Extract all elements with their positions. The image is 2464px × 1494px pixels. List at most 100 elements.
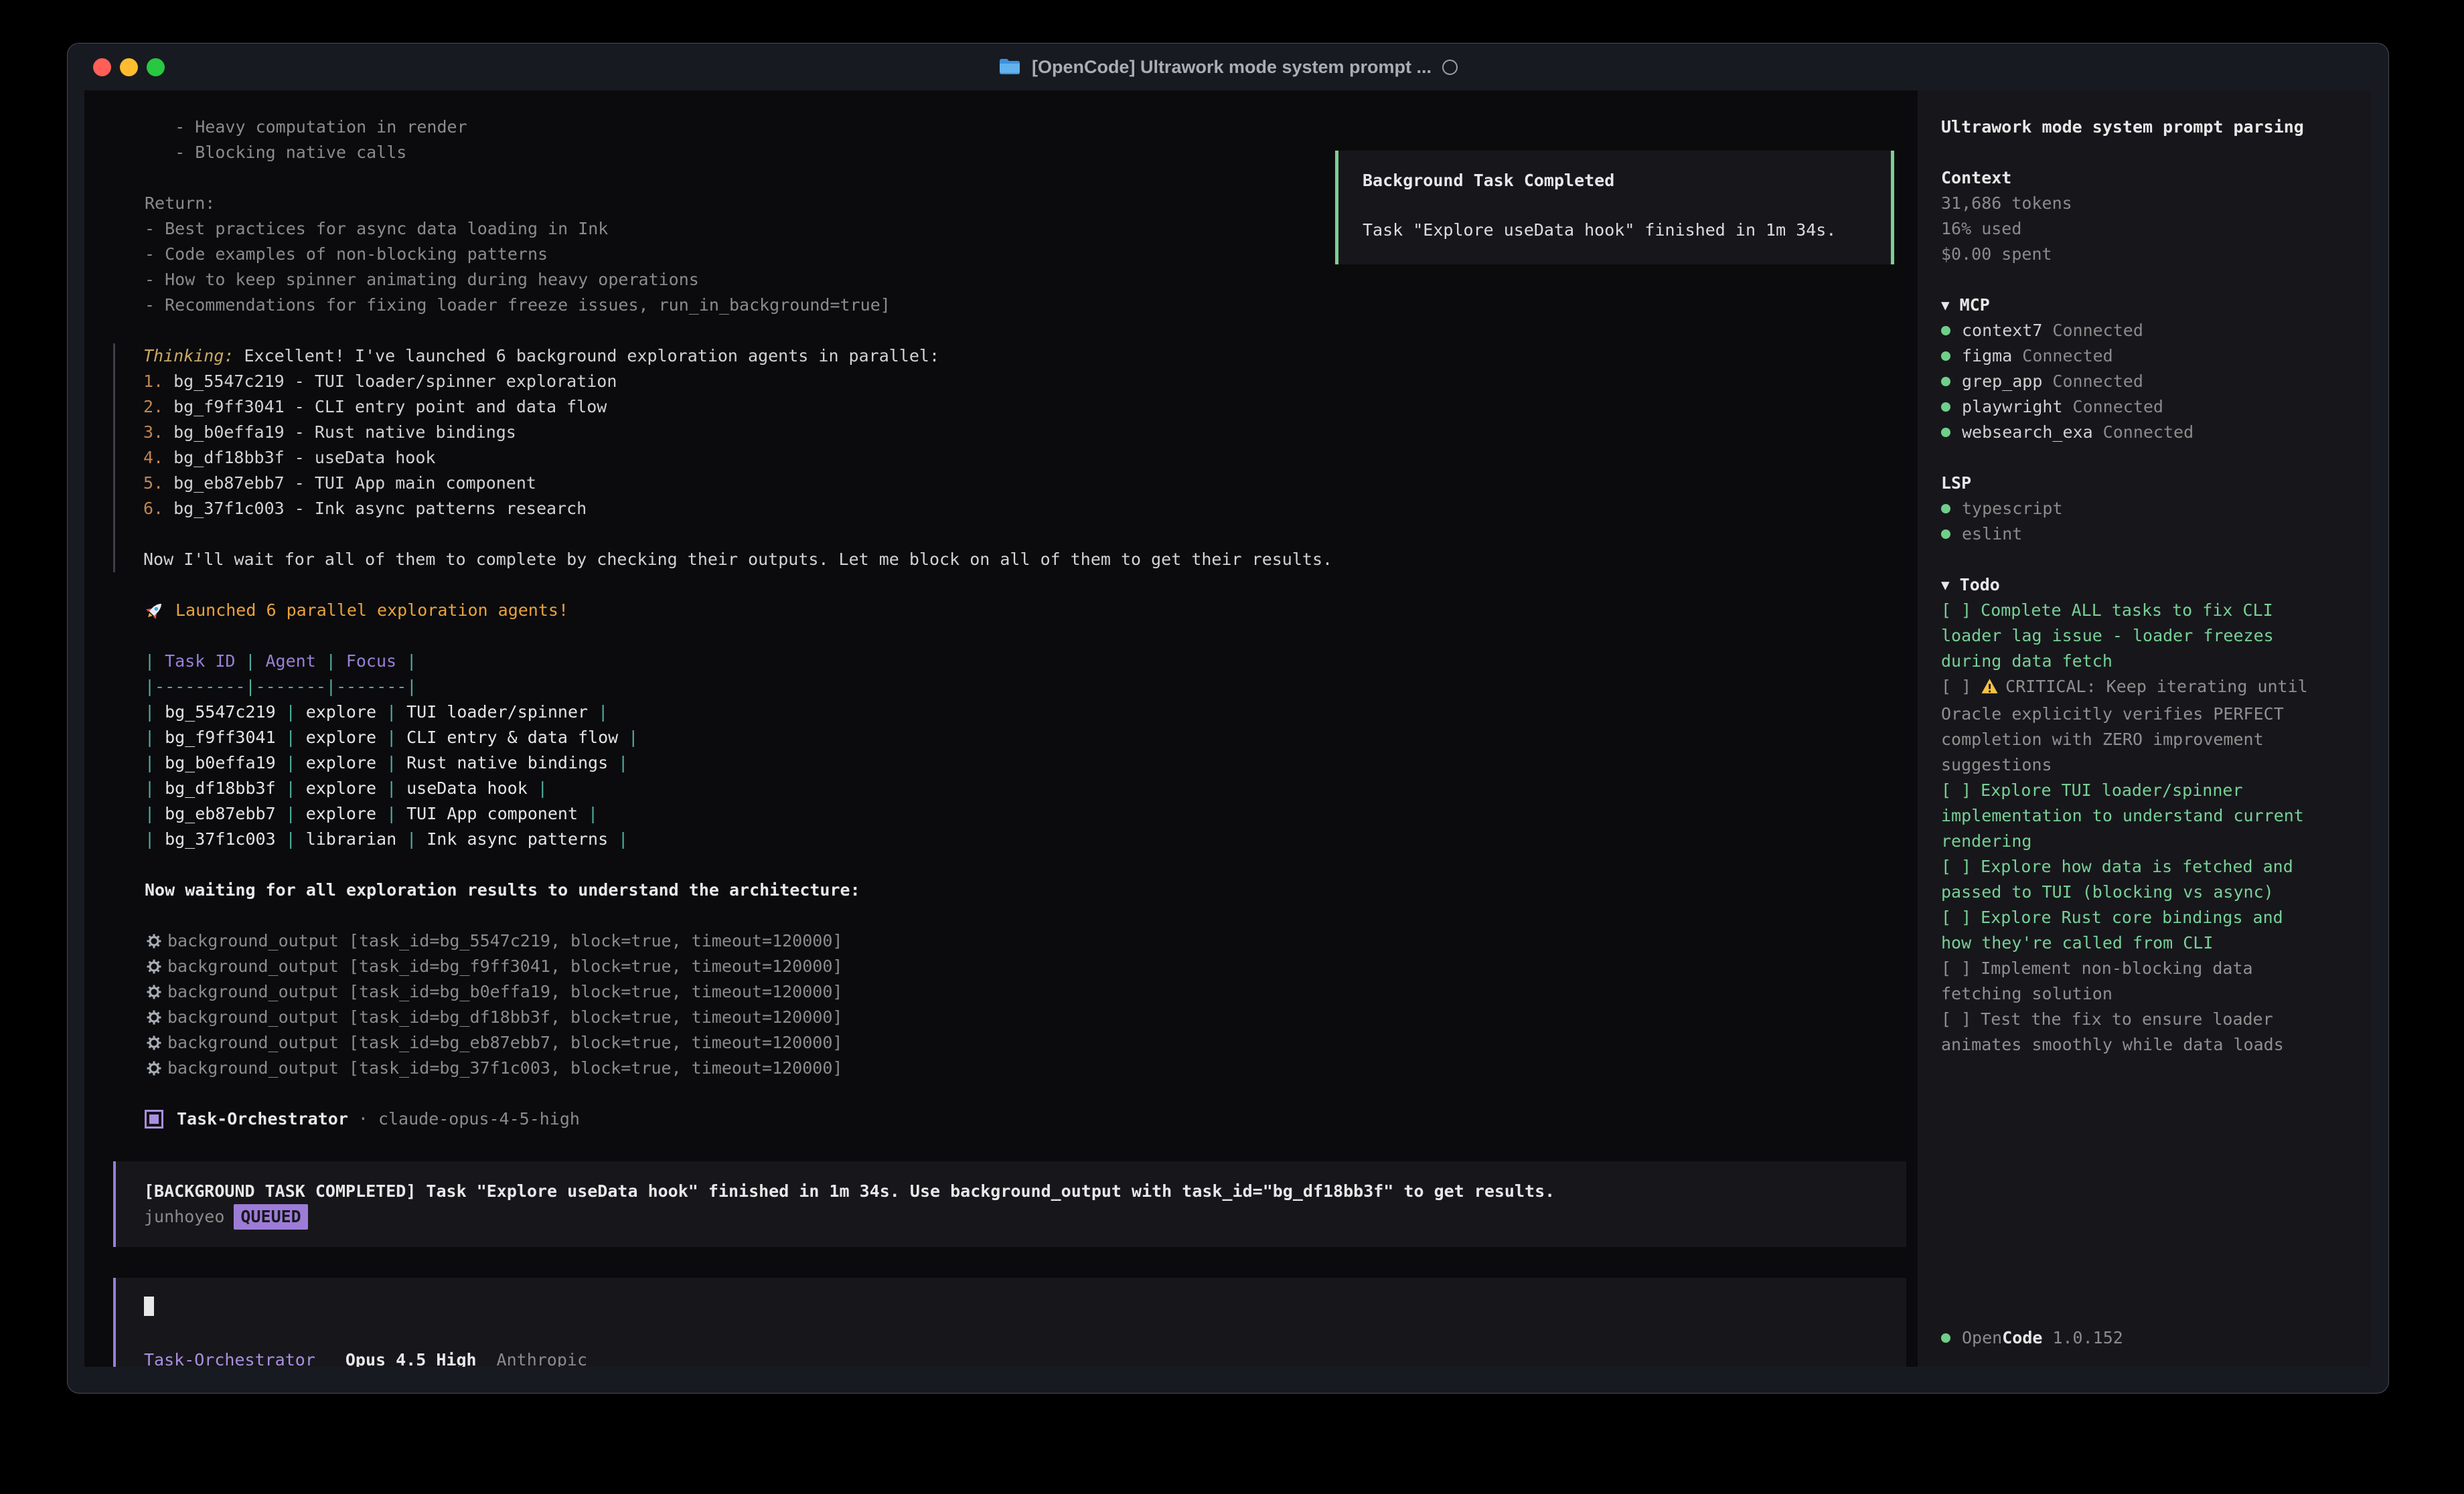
todo-text: Explore TUI loader/spinner implementatio… (1941, 780, 2304, 851)
blank-line (143, 521, 1918, 547)
gear-icon (145, 1033, 165, 1052)
todo-item: [ ]Explore TUI loader/spinner implementa… (1941, 778, 2316, 854)
title-bar: [OpenCode] Ultrawork mode system prompt … (68, 44, 2388, 90)
thinking-agent-item: 2.bg_f9ff3041 - CLI entry point and data… (143, 394, 1918, 420)
pipe: | (145, 651, 155, 671)
agent-attribution: Task-Orchestrator · claude-opus-4-5-high (113, 1106, 1918, 1132)
window-content: Background Task Completed Task "Explore … (84, 90, 2371, 1367)
cell-focus: CLI entry & data flow (406, 728, 618, 747)
thinking-block: Thinking:Excellent! I've launched 6 back… (113, 343, 1918, 572)
todo-checkbox: [ ] (1941, 857, 1971, 876)
username: junhoyeo (144, 1207, 224, 1226)
task-completed-message: [BACKGROUND TASK COMPLETED] Task "Explor… (144, 1179, 1878, 1204)
item-number: 2. (143, 397, 163, 416)
item-text: bg_5547c219 - TUI loader/spinner explora… (173, 371, 617, 391)
item-number: 6. (143, 499, 163, 518)
toast-body: Task "Explore useData hook" finished in … (1363, 218, 1867, 243)
item-text: bg_37f1c003 - Ink async patterns researc… (173, 499, 587, 518)
tool-call-line: background_output [task_id=bg_37f1c003, … (145, 1056, 1918, 1081)
thinking-outro: Now I'll wait for all of them to complet… (143, 547, 1918, 572)
queued-badge: QUEUED (234, 1204, 307, 1230)
item-number: 1. (143, 371, 163, 391)
mcp-server-list: context7 Connected figma Connected grep_… (1941, 318, 2347, 445)
traffic-lights (93, 44, 165, 90)
table-row: |bg_eb87ebb7|explore|TUI App component| (145, 801, 1918, 827)
prompt-input[interactable]: Task-OrchestratorOpus 4.5 HighAnthropic (113, 1278, 1906, 1367)
tool-call-text: background_output [task_id=bg_eb87ebb7, … (167, 1030, 842, 1056)
agent-icon (145, 1110, 163, 1129)
lsp-server-item: eslint (1941, 521, 2347, 547)
toast-title: Background Task Completed (1363, 168, 1867, 193)
item-text: bg_df18bb3f - useData hook (173, 448, 435, 467)
status-dot-icon (1941, 1333, 1950, 1343)
tool-call-text: background_output [task_id=bg_b0effa19, … (167, 979, 842, 1005)
agents-table: |Task ID|Agent|Focus| |---------|-------… (113, 649, 1918, 852)
thinking-agent-item: 3.bg_b0effa19 - Rust native bindings (143, 420, 1918, 445)
tool-call-text: background_output [task_id=bg_df18bb3f, … (167, 1005, 842, 1030)
lsp-server-name: eslint (1962, 521, 2022, 547)
zoom-button[interactable] (147, 58, 165, 76)
tool-call-text: background_output [task_id=bg_5547c219, … (167, 928, 842, 954)
item-number: 4. (143, 448, 163, 467)
launch-banner: Launched 6 parallel exploration agents! (113, 598, 1918, 623)
item-text: bg_b0effa19 - Rust native bindings (173, 422, 516, 442)
gear-icon (145, 1008, 165, 1027)
table-separator-row: |---------|-------|-------| (145, 674, 1918, 699)
status-dot-icon (1941, 529, 1950, 539)
lsp-heading: LSP (1941, 471, 2347, 496)
mcp-server-status: Connected (2022, 343, 2112, 369)
warning-icon (1981, 676, 1999, 701)
todo-checkbox: [ ] (1941, 677, 1971, 696)
mcp-server-item: websearch_exa Connected (1941, 420, 2347, 445)
background-task-toast: Background Task Completed Task "Explore … (1335, 151, 1894, 264)
table-headers: |Task ID|Agent|Focus (145, 651, 406, 671)
agent-model: claude-opus-4-5-high (378, 1106, 580, 1132)
thinking-agent-item: 5. bg_eb87ebb7 - TUI App main component (143, 471, 1918, 496)
chat-transcript-pane: Background Task Completed Task "Explore … (84, 90, 1918, 1367)
thinking-agent-list: 1. bg_5547c219 - TUI loader/spinner explo… (143, 369, 1918, 521)
todo-list: [ ]Complete ALL tasks to fix CLI loader … (1941, 598, 2347, 1058)
input-agent-name: Task-Orchestrator (144, 1350, 315, 1367)
mcp-server-status: Connected (2103, 420, 2193, 445)
task-completed-meta: junhoyeo QUEUED (144, 1204, 1878, 1230)
waiting-line: Now waiting for all exploration results … (113, 878, 1918, 903)
cell-focus: Ink async patterns (427, 829, 608, 849)
todo-text: Explore how data is fetched and passed t… (1941, 857, 2293, 902)
cell-agent: explore (306, 778, 376, 798)
rocket-icon (145, 600, 165, 620)
todo-text: Explore Rust core bindings and how they'… (1941, 908, 2283, 952)
text-cursor (144, 1297, 154, 1316)
input-line[interactable] (144, 1293, 1878, 1318)
item-text: bg_eb87ebb7 - TUI App main component (173, 473, 536, 493)
close-button[interactable] (93, 58, 111, 76)
mcp-heading: ▼MCP (1941, 293, 2347, 318)
todo-checkbox: [ ] (1941, 780, 1971, 800)
tool-result-line: - Heavy computation in render (145, 114, 1918, 140)
todo-checkbox: [ ] (1941, 908, 1971, 927)
todo-item: [ ]Implement non-blocking data fetching … (1941, 956, 2316, 1007)
status-dot-icon (1941, 504, 1950, 513)
mcp-server-name: figma (1962, 343, 2012, 369)
gear-icon (145, 957, 165, 976)
thinking-agent-item: 1. bg_5547c219 - TUI loader/spinner explo… (143, 369, 1918, 394)
input-meta: Task-OrchestratorOpus 4.5 HighAnthropic (144, 1347, 1878, 1367)
tool-result-line: - How to keep spinner animating during h… (145, 267, 1918, 293)
item-number: 5. (143, 473, 163, 493)
cell-task-id: bg_37f1c003 (165, 829, 276, 849)
mcp-server-name: grep_app (1962, 369, 2042, 394)
minimize-button[interactable] (120, 58, 138, 76)
context-stat-line: 16% used (1941, 216, 2347, 242)
context-stat-line: 31,686 tokens (1941, 191, 2347, 216)
circle-outline-icon (1442, 60, 1458, 75)
lsp-server-list: typescript eslint (1941, 496, 2347, 547)
brand-name: Open (1962, 1325, 2002, 1351)
table-row: |bg_f9ff3041|explore|CLI entry & data fl… (145, 725, 1918, 750)
todo-item: [ ]Test the fix to ensure loader animate… (1941, 1007, 2316, 1058)
window-title: [OpenCode] Ultrawork mode system prompt … (1032, 57, 1432, 78)
agent-name: Task-Orchestrator (177, 1106, 348, 1132)
table-row: |bg_37f1c003|librarian|Ink async pattern… (145, 827, 1918, 852)
thinking-agent-item: 4. bg_df18bb3f - useData hook (143, 445, 1918, 471)
context-stats: 31,686 tokens16% used$0.00 spent (1941, 191, 2347, 267)
status-dot-icon (1941, 428, 1950, 437)
thinking-label: Thinking: (143, 346, 234, 365)
